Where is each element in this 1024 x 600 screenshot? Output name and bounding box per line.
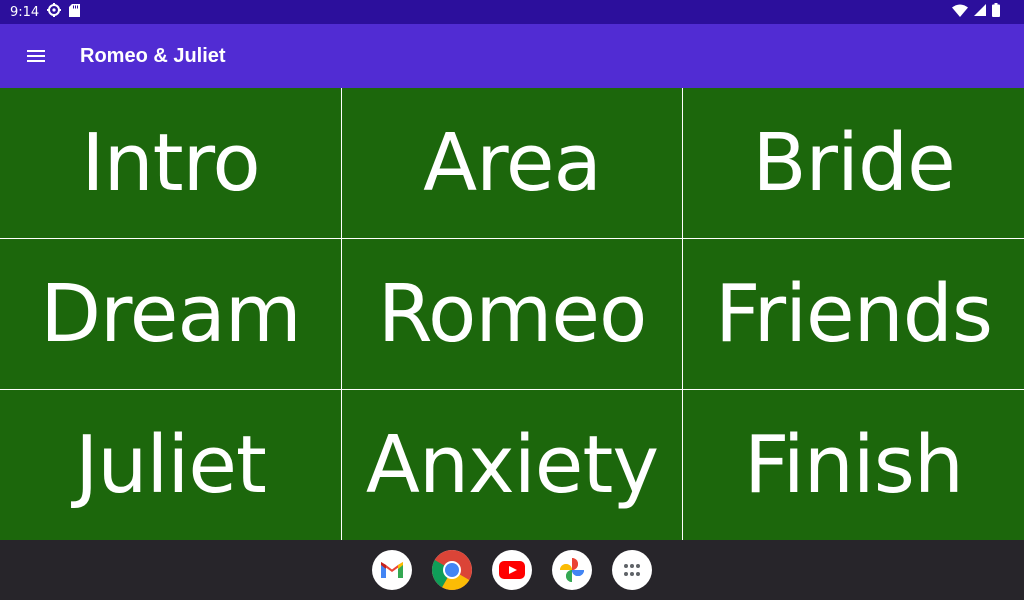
tile-intro[interactable]: Intro <box>0 88 341 238</box>
tile-romeo[interactable]: Romeo <box>342 239 682 389</box>
settings-gear-icon <box>47 3 62 21</box>
gmail-icon[interactable] <box>372 550 412 590</box>
tile-dream[interactable]: Dream <box>0 239 341 389</box>
wifi-icon <box>952 4 968 21</box>
tile-anxiety[interactable]: Anxiety <box>342 390 682 540</box>
status-left: 9:14 <box>10 3 81 21</box>
taskbar-dock <box>0 540 1024 600</box>
tile-juliet[interactable]: Juliet <box>0 390 341 540</box>
youtube-icon[interactable] <box>492 550 532 590</box>
tile-area[interactable]: Area <box>342 88 682 238</box>
menu-button[interactable] <box>0 24 72 88</box>
status-bar: 9:14 <box>0 0 1024 24</box>
status-time: 9:14 <box>10 4 40 20</box>
tile-friends[interactable]: Friends <box>683 239 1024 389</box>
app-bar: Romeo & Juliet <box>0 24 1024 88</box>
app-title: Romeo & Juliet <box>80 44 226 67</box>
photos-icon[interactable] <box>552 550 592 590</box>
tile-bride[interactable]: Bride <box>683 88 1024 238</box>
battery-icon <box>992 3 1000 21</box>
sd-card-icon <box>69 3 81 21</box>
app-drawer-icon[interactable] <box>612 550 652 590</box>
status-right <box>952 3 1000 21</box>
chrome-icon[interactable] <box>432 550 472 590</box>
tile-finish[interactable]: Finish <box>683 390 1024 540</box>
scene-grid: Intro Area Bride Dream Romeo Friends Jul… <box>0 88 1024 540</box>
hamburger-menu-icon <box>27 47 45 66</box>
signal-icon <box>974 4 986 20</box>
